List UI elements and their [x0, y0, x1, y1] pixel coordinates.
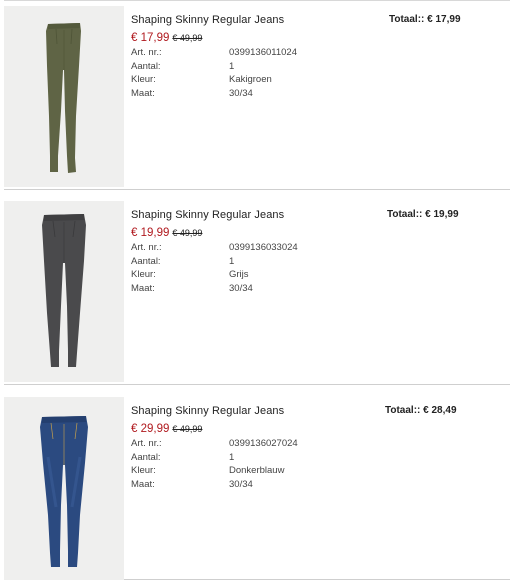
- product-name[interactable]: Shaping Skinny Regular Jeans: [131, 209, 284, 221]
- product-details: Art. nr.: 0399136033024 Aantal: 1 Kleur:…: [131, 241, 298, 295]
- sale-price: € 17,99: [131, 32, 170, 44]
- product-image[interactable]: [4, 201, 124, 382]
- blue-jeans-image: [4, 397, 124, 580]
- original-price: € 49,99: [172, 424, 203, 434]
- article-number-row: Art. nr.: 0399136033024: [131, 241, 298, 255]
- color-row: Kleur: Kakigroen: [131, 73, 297, 87]
- detail-value: Kakigroen: [229, 74, 272, 85]
- price-row: € 19,99 € 49,99: [131, 223, 202, 241]
- detail-value: 1: [229, 255, 235, 267]
- order-item: Shaping Skinny Regular Jeans € 19,99 € 49…: [4, 196, 510, 385]
- price-row: € 17,99 € 49,99: [131, 28, 202, 46]
- article-number-row: Art. nr.: 0399136027024: [131, 437, 298, 451]
- detail-value: Grijs: [229, 269, 249, 280]
- color-row: Kleur: Grijs: [131, 268, 298, 282]
- detail-label: Aantal:: [131, 255, 161, 267]
- detail-label: Maat:: [131, 478, 155, 490]
- detail-value: 30/34: [229, 478, 253, 490]
- original-price: € 49,99: [172, 33, 203, 43]
- item-total: Totaal:: € 28,49: [385, 405, 457, 416]
- detail-value: 0399136011024: [229, 47, 297, 58]
- detail-label: Art. nr.:: [131, 438, 162, 449]
- product-image[interactable]: [4, 397, 124, 580]
- detail-value: 1: [229, 451, 235, 463]
- detail-label: Maat:: [131, 282, 155, 294]
- order-item: Shaping Skinny Regular Jeans € 29,99 € 49…: [4, 392, 510, 580]
- detail-label: Aantal:: [131, 60, 161, 72]
- detail-label: Kleur:: [131, 74, 156, 85]
- order-item: Shaping Skinny Regular Jeans € 17,99 € 49…: [4, 0, 510, 190]
- detail-value: 30/34: [229, 87, 253, 99]
- quantity-row: Aantal: 1: [131, 255, 298, 269]
- order-item-list: Shaping Skinny Regular Jeans € 17,99 € 49…: [0, 0, 512, 582]
- detail-label: Art. nr.:: [131, 242, 162, 253]
- item-total: Totaal:: € 19,99: [387, 209, 459, 220]
- article-number-row: Art. nr.: 0399136011024: [131, 46, 297, 60]
- detail-value: 1: [229, 60, 235, 72]
- quantity-row: Aantal: 1: [131, 451, 298, 465]
- product-name[interactable]: Shaping Skinny Regular Jeans: [131, 14, 284, 26]
- detail-value: 30/34: [229, 282, 253, 294]
- khaki-jeans-image: [4, 6, 124, 187]
- price-row: € 29,99 € 49,99: [131, 419, 202, 437]
- grey-jeans-image: [4, 201, 124, 382]
- detail-label: Aantal:: [131, 451, 161, 463]
- size-row: Maat: 30/34: [131, 282, 298, 296]
- sale-price: € 29,99: [131, 423, 170, 435]
- color-row: Kleur: Donkerblauw: [131, 464, 298, 478]
- product-name[interactable]: Shaping Skinny Regular Jeans: [131, 405, 284, 417]
- item-total: Totaal:: € 17,99: [389, 14, 461, 25]
- product-details: Art. nr.: 0399136011024 Aantal: 1 Kleur:…: [131, 46, 297, 100]
- detail-value: 0399136033024: [229, 242, 298, 253]
- sale-price: € 19,99: [131, 227, 170, 239]
- quantity-row: Aantal: 1: [131, 60, 297, 74]
- size-row: Maat: 30/34: [131, 87, 297, 101]
- detail-label: Maat:: [131, 87, 155, 99]
- detail-label: Kleur:: [131, 465, 156, 476]
- size-row: Maat: 30/34: [131, 478, 298, 492]
- product-details: Art. nr.: 0399136027024 Aantal: 1 Kleur:…: [131, 437, 298, 491]
- detail-label: Art. nr.:: [131, 47, 162, 58]
- detail-value: Donkerblauw: [229, 465, 285, 476]
- original-price: € 49,99: [172, 228, 203, 238]
- detail-label: Kleur:: [131, 269, 156, 280]
- product-image[interactable]: [4, 6, 124, 187]
- detail-value: 0399136027024: [229, 438, 298, 449]
